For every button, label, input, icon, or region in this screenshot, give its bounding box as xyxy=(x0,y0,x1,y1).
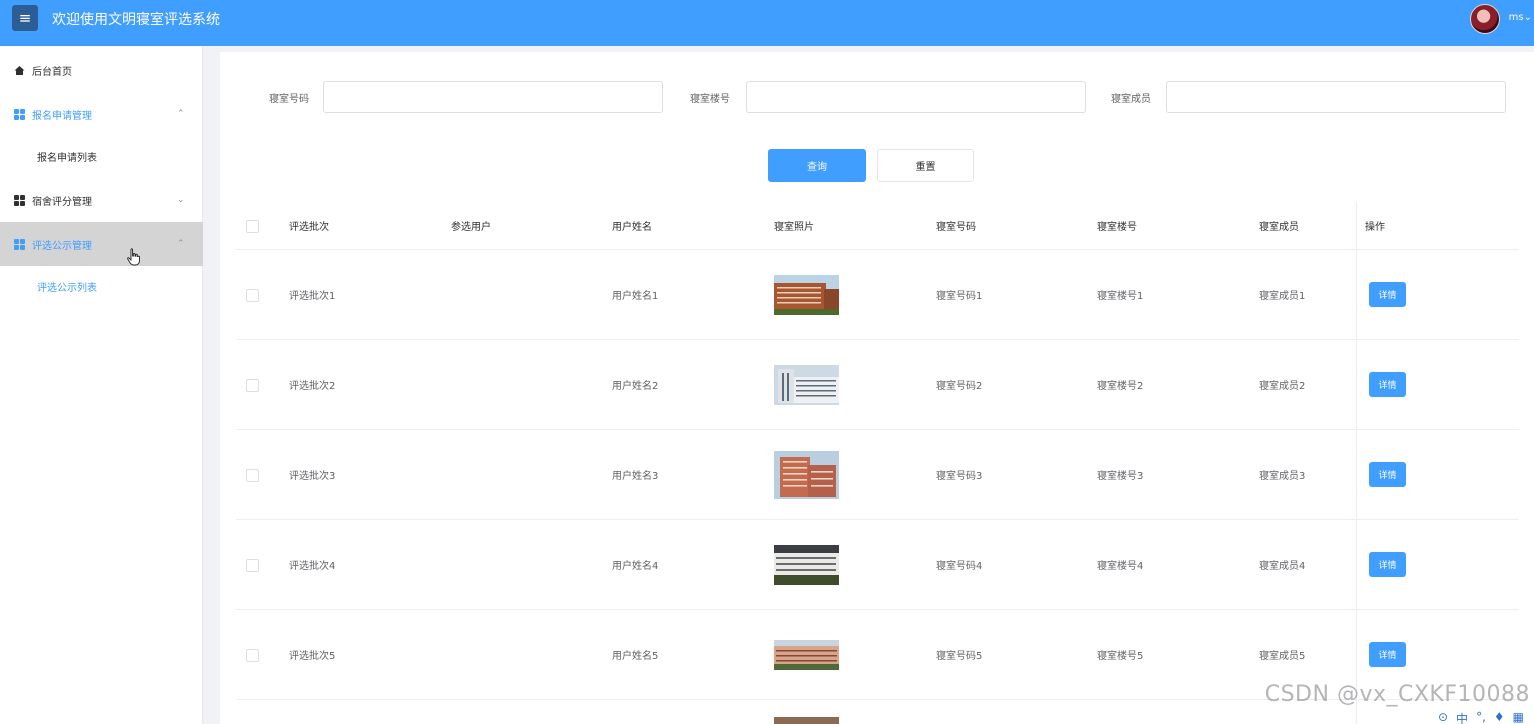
building-cell: 寝室楼号3 xyxy=(1097,471,1144,482)
dorm-photo[interactable] xyxy=(774,520,839,609)
building-number-input[interactable] xyxy=(746,81,1086,113)
members-cell: 寝室成员3 xyxy=(1259,471,1306,482)
building-cell: 寝室楼号2 xyxy=(1097,381,1144,392)
sidebar-subitem-publicity-list[interactable]: 评选公示列表 xyxy=(0,266,203,306)
top-header: ≡ 欢迎使用文明寝室评选系统 ms⌄ xyxy=(0,0,1534,46)
chevron-up-icon: ⌃ xyxy=(177,239,185,249)
column-header[interactable]: 参选用户 xyxy=(451,202,491,249)
grid-icon xyxy=(14,194,25,206)
name-cell: 用户姓名1 xyxy=(612,291,659,302)
sidebar-item-signup-management[interactable]: 报名申请管理 ⌃ xyxy=(0,92,203,136)
sidebar-subitem-signup-list[interactable]: 报名申请列表 xyxy=(0,136,203,176)
batch-cell: 评选批次1 xyxy=(289,291,336,302)
table-row: 评选批次4 用户姓名4 寝室号码4 寝室楼号4 寝室成员4 详情 xyxy=(236,520,1519,610)
column-header[interactable]: 寝室成员 xyxy=(1259,202,1299,249)
name-cell: 用户姓名4 xyxy=(612,561,659,572)
sidebar-item-label: 评选公示管理 xyxy=(32,240,92,252)
user-menu[interactable]: ms⌄ xyxy=(1509,12,1532,23)
row-checkbox[interactable] xyxy=(246,468,259,482)
sidebar-item-label: 报名申请管理 xyxy=(32,110,92,122)
chevron-down-icon: ⌄ xyxy=(177,195,185,205)
column-header[interactable]: 寝室楼号 xyxy=(1097,202,1137,249)
building-cell: 寝室楼号1 xyxy=(1097,291,1144,302)
sidebar-subitem-label: 报名申请列表 xyxy=(37,152,97,164)
dorm-photo[interactable] xyxy=(774,250,839,339)
table-header: 评选批次 参选用户 用户姓名 寝室照片 寝室号码 寝室楼号 寝室成员 操作 xyxy=(236,202,1519,250)
avatar[interactable] xyxy=(1470,4,1500,34)
sidebar-subitem-label: 评选公示列表 xyxy=(37,282,97,294)
sidebar-item-label: 后台首页 xyxy=(32,66,72,78)
room-number-label: 寝室号码 xyxy=(269,94,309,105)
room-number-cell: 寝室号码2 xyxy=(936,381,983,392)
chevron-down-icon: ⌄ xyxy=(1523,12,1532,23)
name-cell: 用户姓名3 xyxy=(612,471,659,482)
column-header[interactable]: 寝室号码 xyxy=(936,202,976,249)
select-all-checkbox[interactable] xyxy=(246,219,259,233)
user-name: ms xyxy=(1508,12,1524,23)
members-cell: 寝室成员1 xyxy=(1259,291,1306,302)
detail-button[interactable]: 详情 xyxy=(1369,642,1406,667)
watermark: CSDN @vx_CXKF10088 xyxy=(1264,682,1530,707)
sidebar: 后台首页 报名申请管理 ⌃ 报名申请列表 宿舍评分管理 ⌄ 评选公示管理 ⌃ 评… xyxy=(0,46,203,724)
grid-icon[interactable]: ▦ xyxy=(1513,710,1524,724)
members-cell: 寝室成员2 xyxy=(1259,381,1306,392)
chevron-up-icon: ⌃ xyxy=(177,109,185,119)
building-cell: 寝室楼号4 xyxy=(1097,561,1144,572)
sidebar-item-dorm-score-management[interactable]: 宿舍评分管理 ⌄ xyxy=(0,178,203,222)
ime-chinese-label[interactable]: 中 xyxy=(1456,710,1468,724)
main-panel: 寝室号码 寝室楼号 寝室成员 查询 重置 评选批次 参选用户 用户姓名 寝室照片… xyxy=(220,52,1534,724)
room-members-label: 寝室成员 xyxy=(1111,94,1151,105)
room-members-input[interactable] xyxy=(1166,81,1506,113)
sidebar-item-label: 宿舍评分管理 xyxy=(32,196,92,208)
row-checkbox[interactable] xyxy=(246,378,259,392)
building-cell: 寝室楼号5 xyxy=(1097,651,1144,662)
batch-cell: 评选批次3 xyxy=(289,471,336,482)
row-checkbox[interactable] xyxy=(246,288,259,302)
sidebar-item-home[interactable]: 后台首页 xyxy=(0,48,203,92)
query-button[interactable]: 查询 xyxy=(768,149,866,182)
room-number-cell: 寝室号码5 xyxy=(936,651,983,662)
batch-cell: 评选批次2 xyxy=(289,381,336,392)
column-header: 操作 xyxy=(1365,222,1385,233)
app-title: 欢迎使用文明寝室评选系统 xyxy=(52,12,220,28)
ime-toolbar: ⊙ 中 °, ♦ ▦ xyxy=(1438,710,1524,724)
hand-cursor-icon xyxy=(127,248,141,270)
detail-button[interactable]: 详情 xyxy=(1369,372,1406,397)
column-header[interactable]: 评选批次 xyxy=(289,202,329,249)
hamburger-icon[interactable]: ≡ xyxy=(12,5,38,31)
row-checkbox[interactable] xyxy=(246,648,259,662)
row-checkbox[interactable] xyxy=(246,558,259,572)
column-header[interactable]: 寝室照片 xyxy=(774,202,814,249)
grid-icon xyxy=(14,238,25,250)
dorm-photo[interactable] xyxy=(774,610,839,699)
column-header[interactable]: 用户姓名 xyxy=(612,202,652,249)
fixed-column-divider xyxy=(1356,202,1357,724)
table-row: 评选批次2 用户姓名2 寝室号码2 寝室楼号2 寝室成员2 详情 xyxy=(236,340,1519,430)
name-cell: 用户姓名5 xyxy=(612,651,659,662)
microphone-icon[interactable]: ♦ xyxy=(1494,710,1505,724)
members-cell: 寝室成员4 xyxy=(1259,561,1306,572)
grid-icon xyxy=(14,108,25,120)
name-cell: 用户姓名2 xyxy=(612,381,659,392)
punctuation-icon[interactable]: °, xyxy=(1476,710,1486,724)
detail-button[interactable]: 详情 xyxy=(1369,462,1406,487)
home-icon xyxy=(14,65,25,76)
dorm-photo-partial xyxy=(774,717,839,724)
detail-button[interactable]: 详情 xyxy=(1369,552,1406,577)
detail-button[interactable]: 详情 xyxy=(1369,282,1406,307)
room-number-input[interactable] xyxy=(323,81,663,113)
dorm-photo[interactable] xyxy=(774,430,839,519)
ime-status-icon[interactable]: ⊙ xyxy=(1438,710,1448,724)
building-number-label: 寝室楼号 xyxy=(690,94,730,105)
room-number-cell: 寝室号码1 xyxy=(936,291,983,302)
reset-button[interactable]: 重置 xyxy=(877,149,974,182)
batch-cell: 评选批次5 xyxy=(289,651,336,662)
table-row: 评选批次3 用户姓名3 寝室号码3 寝室楼号3 寝室成员3 详情 xyxy=(236,430,1519,520)
sidebar-item-publicity-management[interactable]: 评选公示管理 ⌃ xyxy=(0,222,203,266)
dorm-photo[interactable] xyxy=(774,340,839,429)
room-number-cell: 寝室号码3 xyxy=(936,471,983,482)
room-number-cell: 寝室号码4 xyxy=(936,561,983,572)
batch-cell: 评选批次4 xyxy=(289,561,336,572)
table-row: 评选批次1 用户姓名1 寝室号码1 寝室楼号1 寝室成员1 详情 xyxy=(236,250,1519,340)
